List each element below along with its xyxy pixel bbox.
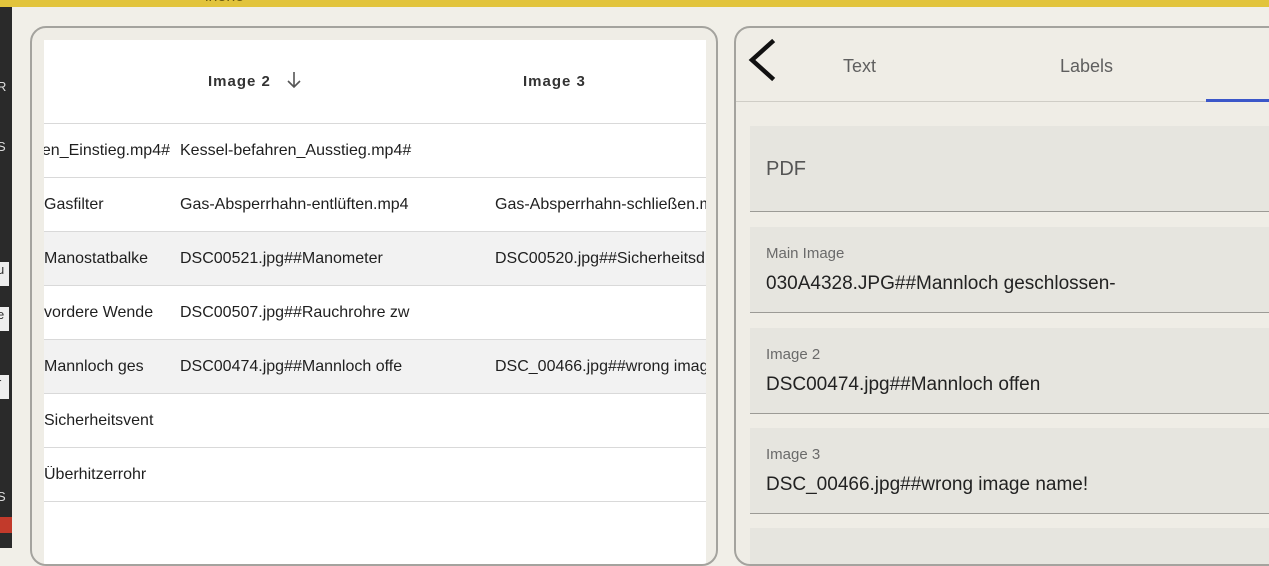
background-red-bar bbox=[0, 517, 12, 533]
top-toolbar: inono bbox=[0, 0, 1269, 7]
table-header-row: Image 2 Image 3 bbox=[44, 40, 706, 124]
table-cell-image-3 bbox=[495, 123, 706, 178]
table-scroll-area[interactable]: Image 2 Image 3 Kessel-befahren_Einstieg… bbox=[44, 40, 706, 564]
column-header-label: Image 2 bbox=[208, 72, 271, 90]
table-cell-main: Manostatbalke bbox=[44, 249, 149, 267]
field-label: Image 2 bbox=[766, 346, 821, 363]
field-value: 030A4328.JPG##Mannloch geschlossen- bbox=[766, 273, 1116, 294]
table-cell-image-3 bbox=[495, 285, 706, 340]
table-cell-main: Gasfilter bbox=[44, 195, 104, 213]
pdf-field[interactable]: PDF bbox=[750, 126, 1269, 212]
field-value: DSC00474.jpg##Mannloch offen bbox=[766, 374, 1041, 395]
table-cell-main: Überhitzerrohr bbox=[44, 465, 147, 483]
table-cell-image-3: Gas-Absperrhahn-schließen.mp4 bbox=[495, 177, 706, 232]
column-header-main[interactable] bbox=[44, 40, 180, 124]
table-cell-image-2: Kessel-befahren_Ausstieg.mp4# bbox=[180, 123, 495, 178]
background-text-fragment: e bbox=[0, 307, 9, 331]
table-row[interactable]: Überhitzerrohr bbox=[44, 447, 706, 502]
main-image-field[interactable]: Main Image 030A4328.JPG##Mannloch geschl… bbox=[750, 227, 1269, 313]
detail-panel: Text Labels PDF Main Image 030A4328.JPG#… bbox=[734, 26, 1269, 566]
background-text-fragment: S bbox=[0, 489, 6, 504]
image-2-field[interactable]: Image 2 DSC00474.jpg##Mannloch offen bbox=[750, 328, 1269, 414]
arrow-down-icon[interactable] bbox=[286, 71, 302, 93]
table-cell-image-2: DSC00507.jpg##Rauchrohre zw bbox=[180, 285, 495, 340]
table-row[interactable]: Gasfilter Gas-Absperrhahn-entlüften.mp4 … bbox=[44, 177, 706, 232]
table-cell-image-3 bbox=[495, 447, 706, 502]
field-label: Main Image bbox=[766, 245, 845, 262]
tab-labels[interactable]: Labels bbox=[1060, 56, 1113, 77]
field-label: Image 3 bbox=[766, 446, 821, 463]
column-header-image-2[interactable]: Image 2 bbox=[180, 40, 495, 124]
table-row-selected[interactable]: Mannloch ges DSC00474.jpg##Mannloch offe… bbox=[44, 339, 706, 394]
table-cell-image-3 bbox=[495, 393, 706, 448]
table-cell-image-3: DSC_00466.jpg##wrong image bbox=[495, 339, 706, 394]
table-row[interactable]: vordere Wende DSC00507.jpg##Rauchrohre z… bbox=[44, 285, 706, 340]
field-value: DSC_00466.jpg##wrong image name! bbox=[766, 474, 1089, 495]
active-tab-indicator bbox=[1206, 99, 1269, 102]
table-row[interactable]: Kessel-befahren_Einstieg.mp4# Kessel-bef… bbox=[44, 123, 706, 178]
background-text-fragment: S bbox=[0, 139, 6, 154]
tab-text[interactable]: Text bbox=[843, 56, 876, 77]
image-3-field[interactable]: Image 3 DSC_00466.jpg##wrong image name! bbox=[750, 428, 1269, 514]
table-cell-main: Sicherheitsvent bbox=[44, 411, 154, 429]
data-table-panel: Image 2 Image 3 Kessel-befahren_Einstieg… bbox=[30, 26, 718, 566]
pdf-field-placeholder: PDF bbox=[766, 158, 806, 180]
back-button[interactable] bbox=[744, 38, 778, 82]
table-cell-main: Kessel-befahren_Einstieg.mp4# bbox=[44, 141, 170, 159]
next-field[interactable] bbox=[750, 528, 1269, 564]
table-cell-image-2: DSC00474.jpg##Mannloch offe bbox=[180, 339, 495, 394]
table-row[interactable]: Sicherheitsvent bbox=[44, 393, 706, 448]
background-window-strip: R S u e r S bbox=[0, 7, 12, 548]
background-text-fragment: R bbox=[0, 79, 7, 94]
tab-divider bbox=[736, 101, 1269, 102]
table-row[interactable]: Manostatbalke DSC00521.jpg##Manometer DS… bbox=[44, 231, 706, 286]
chevron-left-icon bbox=[744, 38, 778, 86]
column-header-image-3[interactable]: Image 3 bbox=[495, 40, 706, 124]
table-cell-image-2: DSC00521.jpg##Manometer bbox=[180, 231, 495, 286]
background-text-fragment: u bbox=[0, 262, 9, 286]
table-cell-image-3: DSC00520.jpg##Sicherheitsd bbox=[495, 231, 706, 286]
background-text-fragment: r bbox=[0, 375, 9, 399]
table-cell-main: vordere Wende bbox=[44, 303, 154, 321]
toolbar-title-fragment: inono bbox=[205, 0, 244, 6]
table-cell-image-2 bbox=[180, 393, 495, 448]
table-cell-image-2 bbox=[180, 447, 495, 502]
data-table: Image 2 Image 3 Kessel-befahren_Einstieg… bbox=[44, 40, 706, 502]
table-cell-image-2: Gas-Absperrhahn-entlüften.mp4 bbox=[180, 177, 495, 232]
table-cell-main: Mannloch ges bbox=[44, 357, 144, 375]
